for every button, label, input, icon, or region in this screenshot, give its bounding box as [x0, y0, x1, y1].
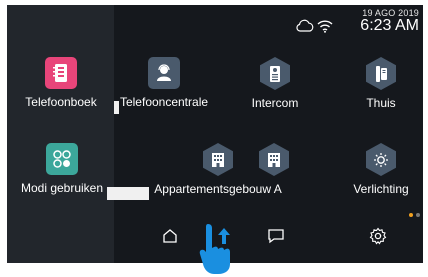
page-indicator — [409, 213, 420, 217]
app-modi-gebruiken[interactable]: Modi gebruiken — [13, 143, 111, 195]
clock-time: 6:23 AM — [360, 17, 419, 34]
app-telefooncentrale[interactable]: Telefooncentrale — [117, 57, 211, 109]
light-icon — [366, 143, 396, 176]
handset-icon — [366, 57, 396, 90]
page-dot-active — [409, 213, 413, 217]
app-thuis[interactable]: Thuis — [343, 57, 419, 110]
message-icon — [268, 229, 284, 244]
phonebook-icon — [45, 57, 77, 89]
home-icon — [163, 229, 177, 243]
pointing-hand-icon — [199, 224, 230, 274]
status-icons — [295, 19, 333, 33]
app-telefoonboek[interactable]: Telefoonboek — [15, 57, 107, 109]
building-icon — [203, 143, 233, 176]
page-dot — [416, 213, 420, 217]
settings-button[interactable] — [368, 226, 388, 246]
cloud-icon — [296, 19, 314, 32]
app-verlichting[interactable]: Verlichting — [343, 143, 419, 196]
app-label: Telefoonboek — [25, 95, 97, 109]
operator-icon — [148, 57, 180, 89]
settings-icon — [369, 227, 387, 245]
selection-marker — [107, 187, 149, 200]
modes-icon — [46, 143, 78, 175]
app-label: Telefooncentrale — [119, 95, 209, 109]
home-button[interactable] — [160, 226, 180, 246]
app-label: Verlichting — [353, 182, 409, 196]
app-label: Thuis — [366, 96, 396, 110]
wifi-icon — [317, 20, 333, 33]
app-label: Appartementsgebouw A — [154, 182, 282, 196]
messages-button[interactable] — [266, 226, 286, 246]
building-icon — [259, 143, 289, 176]
app-label: Modi gebruiken — [20, 181, 104, 195]
app-intercom[interactable]: Intercom — [235, 57, 315, 110]
app-label: Intercom — [251, 96, 299, 110]
intercom-icon — [260, 57, 290, 90]
favorites-panel — [7, 5, 114, 263]
building-icon-2[interactable] — [257, 143, 291, 176]
